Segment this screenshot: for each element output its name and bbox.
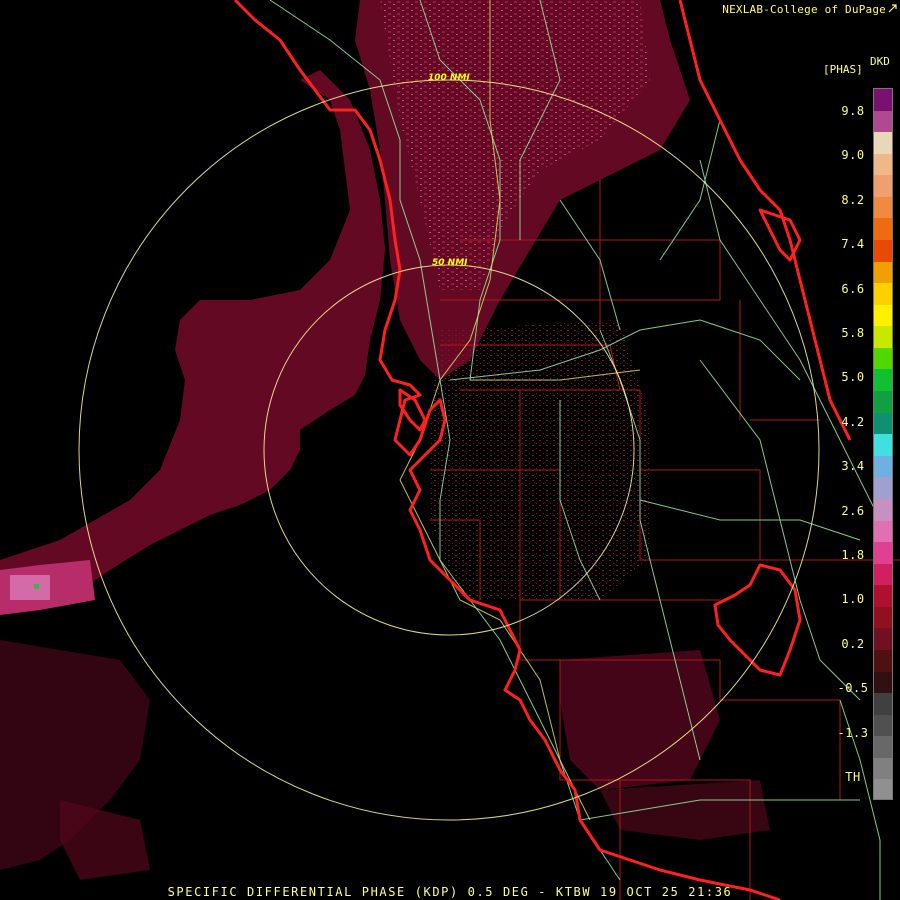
echo-left-peak	[34, 584, 39, 589]
color-scale-swatch	[874, 563, 892, 586]
color-scale-tick: 7.4	[841, 237, 865, 252]
color-scale-tick: -1.3	[837, 725, 869, 740]
color-scale-swatch	[874, 326, 892, 349]
color-scale-swatch	[874, 369, 892, 392]
color-scale-swatch	[874, 757, 892, 780]
color-scale-swatch	[874, 585, 892, 608]
color-scale-swatch	[874, 736, 892, 759]
legend-unit: [PHAS]	[823, 63, 863, 76]
color-scale-swatch	[874, 240, 892, 263]
color-scale-tick: 5.0	[841, 370, 865, 385]
radar-map	[0, 0, 900, 900]
color-scale-swatch	[874, 304, 892, 327]
color-scale-swatch	[874, 175, 892, 198]
color-scale-tick: 2.6	[841, 503, 865, 518]
color-scale-swatch	[874, 347, 892, 370]
echo-southeast	[600, 780, 770, 840]
color-scale-swatch	[874, 434, 892, 457]
color-scale-swatch	[874, 671, 892, 694]
color-scale-tick: 0.2	[841, 636, 865, 651]
color-scale-tick: 3.4	[841, 459, 865, 474]
echo-south-bottom	[60, 800, 150, 880]
color-scale-swatch	[874, 132, 892, 155]
color-scale-tick: 4.2	[841, 414, 865, 429]
color-scale-swatch	[874, 498, 892, 521]
diagonal-arrow-icon	[888, 4, 897, 13]
range-ring-label-100: 100 NMI	[428, 73, 470, 83]
color-scale-tick: 6.6	[841, 281, 865, 296]
cape-canaveral	[758, 208, 802, 262]
color-scale-swatch	[874, 606, 892, 629]
color-scale-swatch	[874, 542, 892, 565]
lake-okeechobee	[713, 563, 802, 677]
color-scale-swatch	[874, 412, 892, 435]
echo-south-cluster	[560, 650, 720, 790]
color-scale-swatch	[874, 218, 892, 241]
echo-left-core	[10, 575, 50, 600]
color-scale-swatch	[874, 283, 892, 306]
color-scale-tick: -0.5	[837, 681, 869, 696]
color-scale-tick: 9.0	[841, 148, 865, 163]
echo-regions	[0, 0, 770, 880]
color-scale-swatch	[874, 89, 892, 112]
color-scale-swatch	[874, 520, 892, 543]
color-scale-swatch	[874, 714, 892, 737]
color-scale-tick: 9.8	[841, 104, 865, 118]
color-scale-bar	[873, 88, 893, 800]
color-scale-tick: 5.8	[841, 326, 865, 340]
credit-text[interactable]: NEXLAB-College of DuPage	[722, 3, 886, 16]
range-ring-label-50: 50 NMI	[432, 258, 468, 268]
color-scale-swatch	[874, 196, 892, 219]
color-scale-swatch	[874, 455, 892, 478]
color-scale-tick: 1.0	[841, 592, 865, 607]
color-scale-swatch	[874, 153, 892, 176]
echo-gulf-northwest	[0, 70, 385, 610]
color-scale-tick: TH	[845, 770, 861, 784]
color-scale-swatch	[874, 628, 892, 651]
color-scale-swatch	[874, 391, 892, 414]
color-scale-swatch	[874, 261, 892, 284]
color-scale-tick: 8.2	[841, 192, 865, 207]
product-caption: SPECIFIC DIFFERENTIAL PHASE (KDP) 0.5 DE…	[167, 885, 733, 899]
color-scale-swatch	[874, 779, 892, 799]
color-scale-tick: 1.8	[841, 548, 865, 562]
color-scale-swatch	[874, 110, 892, 133]
product-code: DKD	[870, 55, 890, 68]
color-scale-swatch	[874, 693, 892, 716]
color-scale-swatch	[874, 477, 892, 500]
echo-inland-speckle	[430, 320, 650, 600]
color-scale-swatch	[874, 649, 892, 673]
